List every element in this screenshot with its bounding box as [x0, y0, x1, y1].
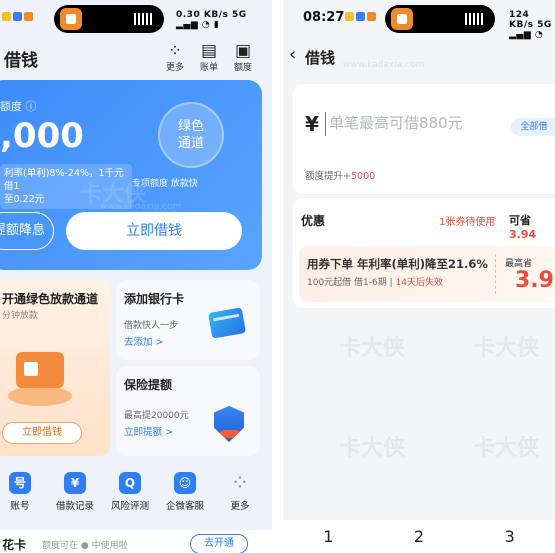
amount-input[interactable] [329, 114, 499, 132]
green-channel-promo[interactable]: 开通绿色放款通道 分钟放款 立即借钱 [0, 280, 110, 456]
notification-badges [345, 12, 376, 21]
app-icon [60, 8, 82, 30]
borrow-now-button[interactable]: 立即借钱 [66, 212, 242, 250]
borrow-screen: 08:27 124 KB/s 5G ▂▄▆ ◔ ‹ 借钱 卡大侠 www.kad… [283, 0, 555, 553]
boost-quota-button[interactable]: 提额降息 [0, 212, 54, 250]
dynamic-island [54, 5, 164, 33]
flower-card-banner: 花卡 额度可在 ● 中使用啦 去开通 [0, 530, 272, 553]
bill-label: 账单 [199, 63, 218, 73]
promo-borrow-button[interactable]: 立即借钱 [2, 422, 82, 444]
net-speed: 0.30 [176, 10, 201, 20]
activate-button[interactable]: 去开通 [190, 534, 248, 553]
quota-button[interactable]: ▣ 额度 [228, 42, 258, 73]
bill-button[interactable]: ▤ 账单 [194, 42, 224, 73]
nav-loan-records[interactable]: ¥ 借款记录 [49, 472, 101, 522]
key-2[interactable]: 2 [374, 520, 465, 553]
more-label: 更多 [165, 63, 184, 73]
numeric-keypad: 1 2 3 [283, 520, 555, 553]
input-caret [325, 112, 326, 136]
search-icon: Q [119, 472, 141, 494]
add-bank-card[interactable]: 添加银行卡 借款快人一步 去添加 > [116, 280, 260, 360]
quick-nav: 号 账号 ¥ 借款记录 Q 风险评测 ☺ 企微客服 ⁘ 更多 [0, 472, 266, 522]
shield-icon [214, 406, 244, 442]
quota-increase: 额度提升+5000 [305, 171, 376, 182]
more-button[interactable]: ⁘ 更多 [160, 42, 190, 73]
page-header: ‹ 借钱 [283, 40, 555, 74]
key-3[interactable]: 3 [464, 520, 555, 553]
chat-icon: ☺ [174, 472, 196, 494]
bank-card-link[interactable]: 去添加 > [124, 334, 163, 348]
page-header: 借钱 ⁘ 更多 ▤ 账单 ▣ 额度 [0, 40, 272, 76]
rate-line-2: 至0.22元 [4, 194, 45, 205]
status-bar: 08:27 124 KB/s 5G ▂▄▆ ◔ [283, 0, 555, 40]
coupon-card: 优惠 1张券待使用 可省3.94 用券下单 年利率(单利)降至21.6% 100… [293, 198, 555, 308]
watermark: 卡大侠 [473, 436, 540, 461]
insurance-title: 保险提额 [124, 378, 173, 392]
watermark: 卡大侠 [339, 336, 406, 361]
nav-customer-service[interactable]: ☺ 企微客服 [159, 472, 211, 522]
flower-card-name: 花卡 [2, 538, 27, 552]
quota-caption: 额度 ⓘ [0, 100, 37, 113]
home-screen: 0.30 KB/s 5G ▂▄▆ ◔ ▮ 借钱 ⁘ 更多 ▤ 账单 ▣ 额度 额… [0, 0, 272, 553]
insurance-boost-card[interactable]: 保险提额 最高提20000元 立即提额 > [116, 366, 260, 456]
quota-tags: 专项额度 放款快 [132, 179, 198, 189]
audio-wave-icon [134, 13, 154, 25]
audio-wave-icon [465, 13, 485, 25]
insurance-link[interactable]: 立即提额 > [124, 424, 173, 438]
account-icon: 号 [9, 472, 31, 494]
green-channel-badge[interactable]: 绿色 通道 [158, 102, 224, 168]
watermark: 卡大侠 [473, 336, 540, 361]
bill-icon: ▤ [200, 41, 218, 61]
nav-risk-assessment[interactable]: Q 风险评测 [104, 472, 156, 522]
max-save-value: 3.9 [515, 268, 554, 293]
dynamic-island [385, 5, 495, 33]
loan-card-illustration [8, 346, 72, 406]
coupon-saving: 可省3.94 [509, 214, 537, 241]
amount-card: ¥ 全部借 额度提升+5000 [293, 84, 555, 194]
quota-label: 额度 [233, 63, 252, 73]
bank-card-desc: 借款快人一步 [124, 321, 179, 331]
yen-icon: ¥ [64, 472, 86, 494]
coupon-title: 用券下单 年利率(单利)降至21.6% [307, 257, 488, 271]
borrow-all-button[interactable]: 全部借 [511, 118, 555, 136]
coupon-separator [495, 254, 496, 294]
quota-amount: ,000 [0, 116, 84, 156]
rate-line-1: 利率(单利)8%-24%，1千元借1 [4, 168, 124, 192]
status-bar: 0.30 KB/s 5G ▂▄▆ ◔ ▮ [0, 0, 272, 36]
promo-subtitle: 分钟放款 [2, 311, 39, 321]
wallet-icon: ▣ [234, 41, 252, 61]
divider [272, 0, 283, 553]
promo-title: 开通绿色放款通道 [2, 292, 99, 306]
rate-info: 利率(单利)8%-24%，1千元借1 至0.22元 [0, 164, 132, 209]
quota-card: 额度 ⓘ ,000 利率(单利)8%-24%，1千元借1 至0.22元 绿色 通… [0, 80, 262, 270]
coupon-count[interactable]: 1张券待使用 [439, 213, 495, 228]
back-icon[interactable]: ‹ [289, 44, 296, 65]
notification-badges [2, 12, 33, 21]
nav-more[interactable]: ⁘ 更多 [214, 472, 266, 522]
currency-symbol: ¥ [305, 112, 319, 136]
coupon-label: 优惠 [301, 214, 326, 228]
grid-icon: ⁘ [167, 41, 183, 61]
clock: 08:27 [303, 10, 345, 25]
insurance-desc: 最高提20000元 [124, 411, 189, 421]
page-title: 借钱 [4, 51, 38, 71]
bank-card-icon [208, 307, 246, 339]
nav-account[interactable]: 号 账号 [0, 472, 46, 522]
coupon-terms: 100元起借 借1-6期 | 14天后失效 [307, 278, 443, 288]
bank-card-title: 添加银行卡 [124, 292, 185, 306]
coupon-item[interactable]: 用券下单 年利率(单利)降至21.6% 100元起借 借1-6期 | 14天后失… [299, 246, 555, 302]
page-title: 借钱 [305, 49, 336, 67]
watermark: 卡大侠 [339, 436, 406, 461]
key-1[interactable]: 1 [283, 520, 374, 553]
signal-icons: 124 KB/s 5G ▂▄▆ ◔ [509, 10, 552, 40]
dots-grid-icon: ⁘ [233, 473, 247, 492]
flower-card-desc: 额度可在 ● 中使用啦 [42, 541, 128, 551]
app-icon [391, 8, 413, 30]
